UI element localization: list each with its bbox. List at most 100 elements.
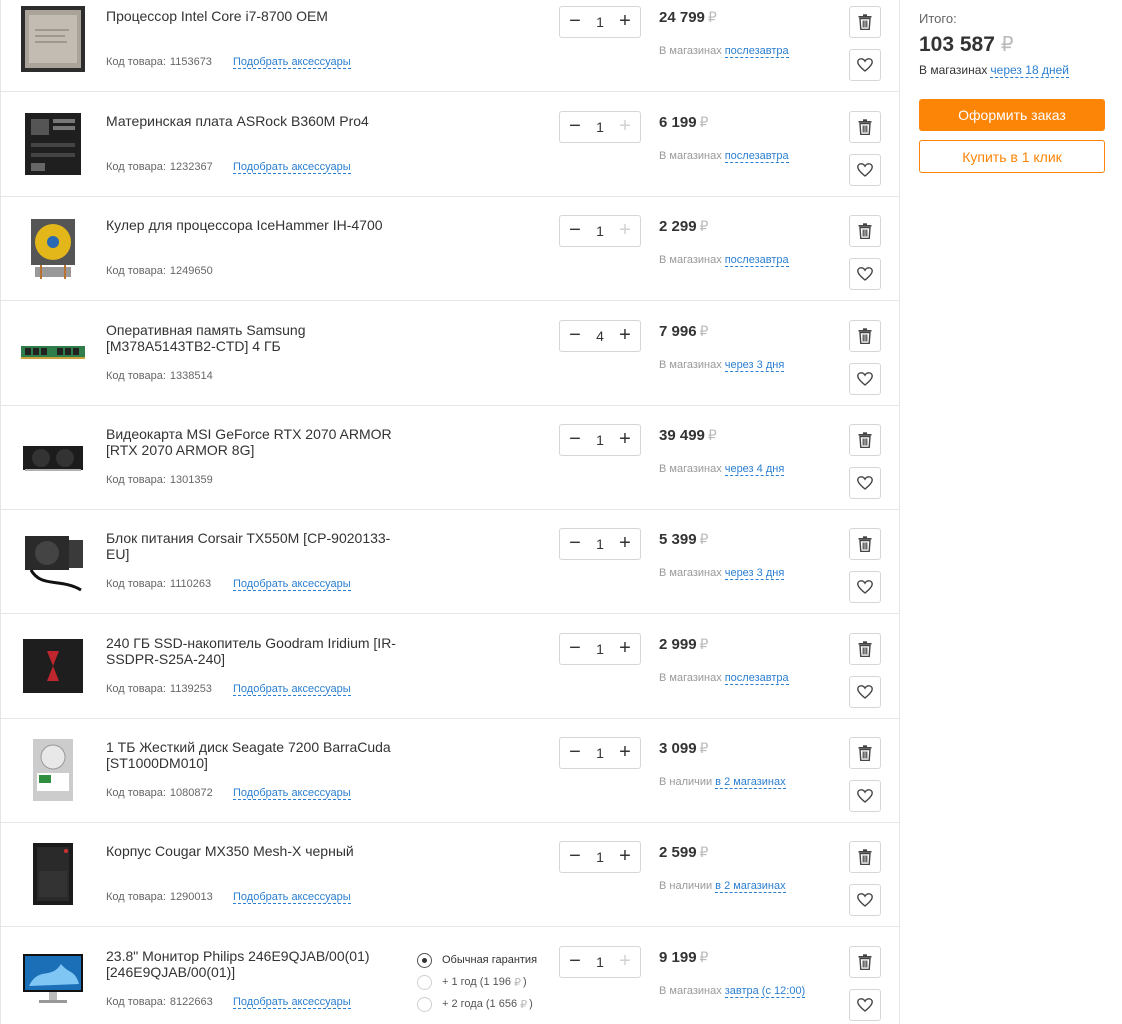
hdd-image[interactable] xyxy=(21,737,85,803)
quantity-value[interactable]: 1 xyxy=(596,536,604,552)
add-to-favorites-button[interactable] xyxy=(849,780,881,812)
quantity-value[interactable]: 4 xyxy=(596,328,604,344)
decrease-quantity-button[interactable]: − xyxy=(566,116,584,137)
availability-link[interactable]: через 3 дня xyxy=(724,567,785,580)
add-to-favorites-button[interactable] xyxy=(849,676,881,708)
motherboard-image[interactable] xyxy=(21,111,85,177)
decrease-quantity-button[interactable]: − xyxy=(566,533,584,554)
availability: В магазинах послезавтра xyxy=(659,254,789,267)
product-name[interactable]: Корпус Cougar MX350 Mesh-X черный xyxy=(106,843,406,859)
availability-link[interactable]: в 2 магазинах xyxy=(715,776,786,789)
cpu-chip-image[interactable] xyxy=(21,6,85,72)
warranty-radio[interactable] xyxy=(417,974,432,990)
quantity-value[interactable]: 1 xyxy=(596,14,604,30)
remove-item-button[interactable] xyxy=(849,946,881,978)
add-to-favorites-button[interactable] xyxy=(849,258,881,290)
psu-image[interactable] xyxy=(21,528,85,594)
remove-item-button[interactable] xyxy=(849,633,881,665)
pick-accessories-link[interactable]: Подобрать аксессуары xyxy=(233,683,351,696)
product-name[interactable]: Процессор Intel Core i7-8700 OEM xyxy=(106,8,406,24)
increase-quantity-button[interactable]: + xyxy=(616,638,634,659)
product-code-label: Код товара: xyxy=(106,474,166,486)
warranty-radio[interactable] xyxy=(417,952,432,968)
add-to-favorites-button[interactable] xyxy=(849,154,881,186)
case-image[interactable] xyxy=(21,841,85,907)
remove-item-button[interactable] xyxy=(849,841,881,873)
pick-accessories-link[interactable]: Подобрать аксессуары xyxy=(233,787,351,800)
quantity-value[interactable]: 1 xyxy=(596,119,604,135)
availability-link[interactable]: через 3 дня xyxy=(724,359,785,372)
remove-item-button[interactable] xyxy=(849,737,881,769)
availability-link[interactable]: послезавтра xyxy=(724,672,789,685)
warranty-radio[interactable] xyxy=(417,996,432,1012)
remove-item-button[interactable] xyxy=(849,215,881,247)
increase-quantity-button[interactable]: + xyxy=(616,220,634,241)
add-to-favorites-button[interactable] xyxy=(849,49,881,81)
remove-item-button[interactable] xyxy=(849,424,881,456)
availability-link[interactable]: в 2 магазинах xyxy=(715,880,786,893)
pick-accessories-link[interactable]: Подобрать аксессуары xyxy=(233,578,351,591)
increase-quantity-button[interactable]: + xyxy=(616,742,634,763)
availability-link[interactable]: завтра (с 12:00) xyxy=(724,985,806,998)
buy-one-click-button[interactable]: Купить в 1 клик xyxy=(919,140,1105,173)
remove-item-button[interactable] xyxy=(849,320,881,352)
warranty-option[interactable]: Обычная гарантия xyxy=(417,949,537,971)
product-name[interactable]: Оперативная память Samsung [M378A5143TB2… xyxy=(106,322,406,354)
warranty-option[interactable]: + 2 года (1 656 ₽) xyxy=(417,993,537,1015)
add-to-favorites-button[interactable] xyxy=(849,571,881,603)
increase-quantity-button[interactable]: + xyxy=(616,846,634,867)
pick-accessories-link[interactable]: Подобрать аксессуары xyxy=(233,161,351,174)
decrease-quantity-button[interactable]: − xyxy=(566,638,584,659)
pick-accessories-link[interactable]: Подобрать аксессуары xyxy=(233,996,351,1009)
decrease-quantity-button[interactable]: − xyxy=(566,220,584,241)
product-name[interactable]: Видеокарта MSI GeForce RTX 2070 ARMOR [R… xyxy=(106,426,406,458)
increase-quantity-button[interactable]: + xyxy=(616,325,634,346)
decrease-quantity-button[interactable]: − xyxy=(566,429,584,450)
decrease-quantity-button[interactable]: − xyxy=(566,11,584,32)
add-to-favorites-button[interactable] xyxy=(849,363,881,395)
remove-item-button[interactable] xyxy=(849,111,881,143)
decrease-quantity-button[interactable]: − xyxy=(566,846,584,867)
summary-availability-link[interactable]: через 18 дней xyxy=(990,63,1069,78)
product-name[interactable]: 23.8" Монитор Philips 246E9QJAB/00(01) [… xyxy=(106,948,406,980)
quantity-value[interactable]: 1 xyxy=(596,745,604,761)
increase-quantity-button[interactable]: + xyxy=(616,429,634,450)
pick-accessories-link[interactable]: Подобрать аксессуары xyxy=(233,56,351,69)
quantity-value[interactable]: 1 xyxy=(596,432,604,448)
availability-link[interactable]: послезавтра xyxy=(724,45,789,58)
ram-image[interactable] xyxy=(21,320,85,386)
product-name[interactable]: Материнская плата ASRock B360M Pro4 xyxy=(106,113,406,129)
checkout-button[interactable]: Оформить заказ xyxy=(919,99,1105,131)
monitor-image[interactable] xyxy=(21,946,85,1012)
add-to-favorites-button[interactable] xyxy=(849,467,881,499)
decrease-quantity-button[interactable]: − xyxy=(566,325,584,346)
decrease-quantity-button[interactable]: − xyxy=(566,742,584,763)
add-to-favorites-button[interactable] xyxy=(849,989,881,1021)
gpu-image[interactable] xyxy=(21,424,85,490)
increase-quantity-button[interactable]: + xyxy=(616,533,634,554)
increase-quantity-button[interactable]: + xyxy=(616,11,634,32)
product-name[interactable]: 240 ГБ SSD-накопитель Goodram Iridium [I… xyxy=(106,635,406,667)
quantity-value[interactable]: 1 xyxy=(596,641,604,657)
heart-icon xyxy=(857,580,873,594)
remove-item-button[interactable] xyxy=(849,6,881,38)
remove-item-button[interactable] xyxy=(849,528,881,560)
decrease-quantity-button[interactable]: − xyxy=(566,951,584,972)
add-to-favorites-button[interactable] xyxy=(849,884,881,916)
quantity-value[interactable]: 1 xyxy=(596,954,604,970)
product-name[interactable]: Блок питания Corsair TX550M [CP-9020133-… xyxy=(106,530,406,562)
pick-accessories-link[interactable]: Подобрать аксессуары xyxy=(233,891,351,904)
increase-quantity-button[interactable]: + xyxy=(616,951,634,972)
cooler-image[interactable] xyxy=(21,215,85,281)
quantity-value[interactable]: 1 xyxy=(596,223,604,239)
availability-link[interactable]: послезавтра xyxy=(724,254,789,267)
product-name[interactable]: 1 ТБ Жесткий диск Seagate 7200 BarraCuda… xyxy=(106,739,406,771)
product-price: 2 299 ₽ xyxy=(659,218,708,235)
product-name[interactable]: Кулер для процессора IceHammer IH-4700 xyxy=(106,217,406,233)
warranty-option[interactable]: + 1 год (1 196 ₽) xyxy=(417,971,537,993)
quantity-value[interactable]: 1 xyxy=(596,849,604,865)
ssd-image[interactable] xyxy=(21,633,85,699)
availability-link[interactable]: через 4 дня xyxy=(724,463,785,476)
availability-link[interactable]: послезавтра xyxy=(724,150,789,163)
increase-quantity-button[interactable]: + xyxy=(616,116,634,137)
